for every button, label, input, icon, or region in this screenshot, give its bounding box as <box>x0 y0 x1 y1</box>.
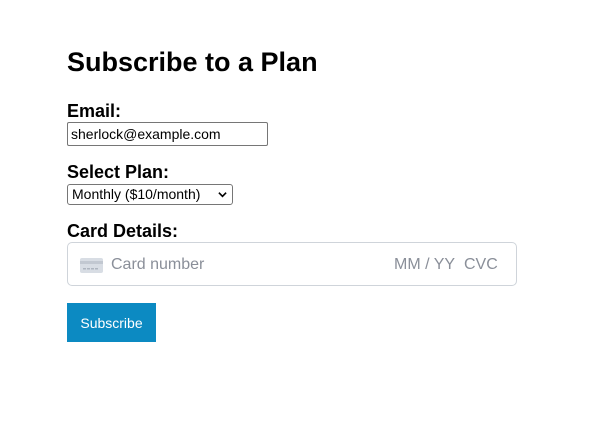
chevron-down-icon <box>218 192 227 198</box>
credit-card-icon <box>80 258 103 273</box>
card-element[interactable]: Card number MM / YY CVC <box>67 242 517 286</box>
plan-select[interactable]: Monthly ($10/month) <box>67 184 233 205</box>
card-cvc-input[interactable]: CVC <box>464 255 498 275</box>
plan-select-value: Monthly ($10/month) <box>72 186 201 202</box>
page-title: Subscribe to a Plan <box>67 47 318 77</box>
plan-label: Select Plan: <box>67 162 170 182</box>
email-label: Email: <box>67 101 122 121</box>
card-expiry-input[interactable]: MM / YY <box>394 255 455 275</box>
email-field[interactable] <box>67 122 268 146</box>
subscribe-page: Subscribe to a Plan Email: Select Plan: … <box>0 0 610 445</box>
subscribe-button[interactable]: Subscribe <box>67 303 156 342</box>
card-details-label: Card Details: <box>67 221 179 241</box>
card-number-input[interactable]: Card number <box>111 255 204 275</box>
